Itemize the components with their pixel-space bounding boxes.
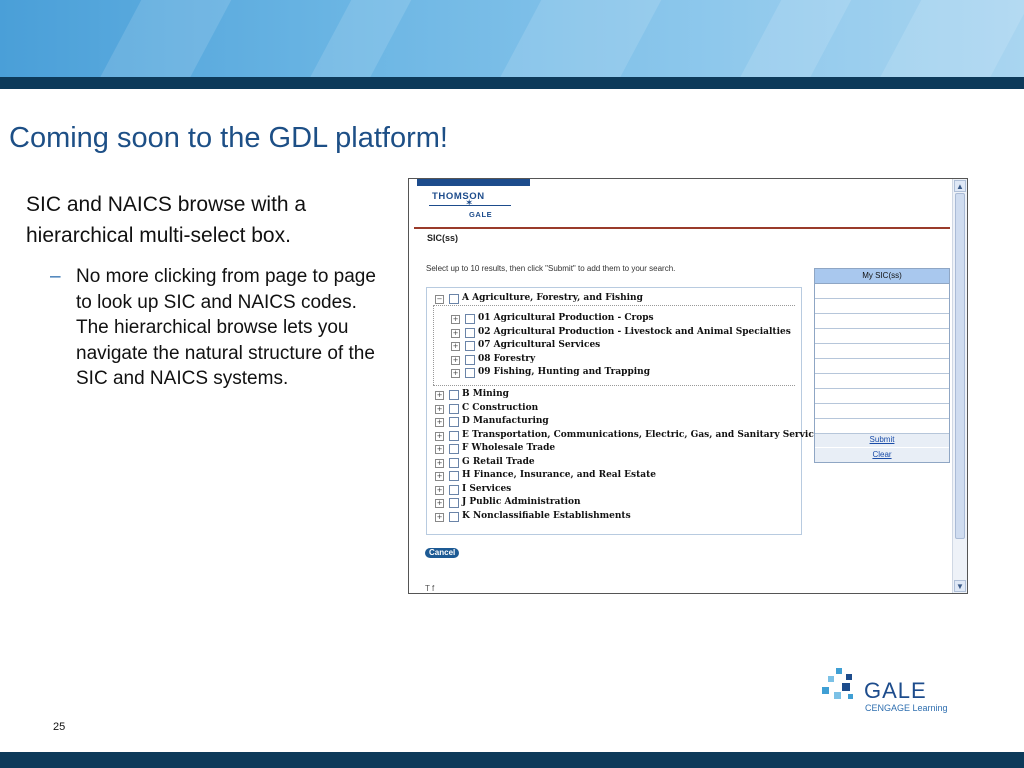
page-title: Coming soon to the GDL platform!: [9, 122, 448, 154]
my-sic-slot: [815, 418, 949, 419]
cengage-subtitle: CENGAGE Learning: [865, 703, 948, 713]
tree-checkbox[interactable]: [449, 403, 459, 414]
footer-bar: [0, 752, 1024, 768]
scroll-thumb[interactable]: [955, 193, 965, 539]
tree-item-label: 01 Agricultural Production - Crops: [478, 313, 654, 323]
tree-checkbox[interactable]: [465, 327, 475, 338]
tree-item-label: K Nonclassifiable Establishments: [462, 510, 631, 521]
collapse-icon[interactable]: −: [435, 295, 444, 304]
tree-checkbox[interactable]: [449, 498, 459, 508]
logo-line1: THOMSON: [432, 191, 485, 202]
expand-icon[interactable]: +: [435, 458, 444, 468]
my-sic-slot: [815, 433, 949, 434]
scroll-up-arrow-icon[interactable]: ▲: [954, 180, 966, 192]
header-banner: [0, 0, 1024, 77]
my-sic-slot: [815, 343, 949, 344]
tree-connector: [433, 385, 795, 386]
my-sic-slot: [815, 298, 949, 299]
tree-checkbox[interactable]: [449, 390, 459, 400]
tree-checkbox[interactable]: [449, 471, 459, 481]
tree-item-label: 07 Agricultural Services: [478, 340, 601, 350]
gale-wordmark: GALE: [864, 678, 927, 703]
gale-mark-icon: [822, 668, 853, 699]
tree-item-label: 02 Agricultural Production - Livestock a…: [478, 326, 791, 337]
sic-heading: SIC(ss): [427, 233, 459, 243]
sic-browse-screenshot: THOMSON ✶ GALE SIC(ss) Select up to 10 r…: [408, 178, 968, 594]
tree-item-label: 09 Fishing, Hunting and Trapping: [478, 367, 650, 377]
tree-item-label: E Transportation, Communications, Electr…: [462, 429, 825, 440]
tree-item-label: C Construction: [462, 402, 539, 413]
expand-icon[interactable]: +: [435, 418, 444, 427]
my-sic-slot: [815, 313, 949, 314]
tree-item-label: D Manufacturing: [462, 416, 549, 426]
my-sic-slot: [815, 388, 949, 389]
screenshot-topbar: [417, 179, 530, 186]
tree-item-label: A Agriculture, Forestry, and Fishing: [462, 293, 643, 303]
tree-checkbox[interactable]: [465, 368, 475, 378]
logo-line2: GALE: [469, 210, 493, 219]
intro-text: SIC and NAICS browse with a hierarchical…: [26, 193, 307, 247]
tree-checkbox[interactable]: [465, 314, 475, 324]
tree-checkbox[interactable]: [449, 484, 459, 495]
tree-checkbox[interactable]: [465, 354, 475, 365]
tree-connector: [433, 305, 434, 385]
thomson-gale-logo: THOMSON ✶ GALE: [425, 189, 515, 223]
expand-icon[interactable]: +: [451, 315, 460, 324]
tree-connector: [433, 305, 795, 306]
tree-checkbox[interactable]: [449, 430, 459, 441]
tree-item-label: 08 Forestry: [478, 353, 536, 364]
expand-icon[interactable]: +: [435, 512, 444, 522]
instructions-text: Select up to 10 results, then click "Sub…: [426, 264, 676, 273]
gale-cengage-logo: GALE CENGAGE Learning: [816, 662, 966, 717]
bullet-text: No more clicking from page to page to lo…: [76, 266, 376, 389]
tree-checkbox[interactable]: [449, 457, 459, 468]
scrollbar[interactable]: ▲ ▼: [952, 179, 967, 593]
expand-icon[interactable]: +: [435, 431, 444, 441]
bullet-marker: –: [50, 266, 61, 287]
my-sic-slot: [815, 373, 949, 374]
tree-item-label: G Retail Trade: [462, 456, 535, 467]
slide-number: 25: [53, 721, 66, 733]
tree-item-label: F Wholesale Trade: [462, 443, 556, 453]
tree-checkbox[interactable]: [449, 444, 459, 454]
clear-link[interactable]: Clear: [815, 448, 949, 462]
expand-icon[interactable]: +: [451, 369, 460, 378]
tree-checkbox[interactable]: [449, 511, 459, 522]
my-sic-header: My SIC(ss): [815, 269, 949, 284]
sic-tree: − A Agriculture, Forestry, and Fishing +01…: [426, 287, 825, 535]
screenshot-separator: [414, 227, 950, 229]
cancel-button[interactable]: Cancel: [425, 548, 460, 558]
submit-link[interactable]: Submit: [815, 433, 949, 447]
expand-icon[interactable]: +: [435, 499, 444, 508]
expand-icon[interactable]: +: [435, 391, 444, 400]
my-sic-slot: [815, 328, 949, 329]
scroll-down-arrow-icon[interactable]: ▼: [954, 580, 966, 592]
tree-item-label: H Finance, Insurance, and Real Estate: [462, 470, 656, 480]
expand-icon[interactable]: +: [435, 404, 444, 414]
expand-icon[interactable]: +: [451, 342, 460, 351]
expand-icon[interactable]: +: [435, 445, 444, 454]
my-sic-slot: [815, 358, 949, 359]
footer-partial-text: T f: [425, 584, 435, 593]
tree-checkbox[interactable]: [465, 341, 475, 351]
expand-icon[interactable]: +: [451, 355, 460, 365]
tree-item-label: B Mining: [462, 389, 509, 399]
my-sic-slot: [815, 403, 949, 404]
expand-icon[interactable]: +: [435, 472, 444, 481]
expand-icon[interactable]: +: [435, 485, 444, 495]
tree-item-label: J Public Administration: [462, 497, 581, 507]
expand-icon[interactable]: +: [451, 328, 460, 338]
tree-checkbox[interactable]: [449, 294, 459, 304]
tree-item-label: I Services: [462, 483, 512, 494]
star-icon: ✶: [465, 198, 474, 209]
header-divider: [0, 77, 1024, 89]
tree-checkbox[interactable]: [449, 417, 459, 427]
my-sic-box: My SIC(ss) Submit Clear: [814, 268, 950, 463]
